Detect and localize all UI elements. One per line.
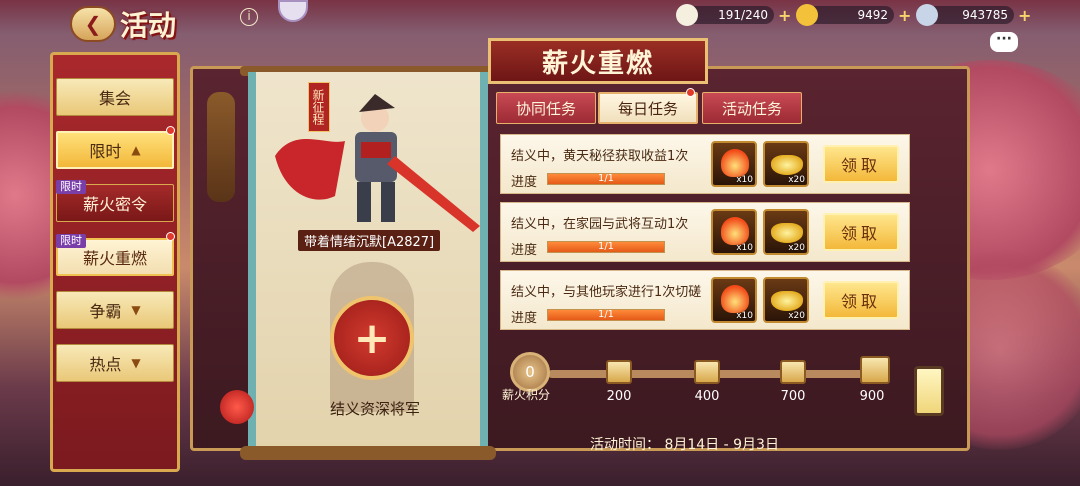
add-general-button[interactable]: + <box>330 296 414 380</box>
add-gold-button[interactable]: + <box>898 6 911 25</box>
fire-icon <box>721 217 749 245</box>
reward-item[interactable]: x10 <box>711 277 757 323</box>
task-row: 结义中，在家园与武将互动1次 进度 1/1 x10 x20 领取 <box>500 202 910 262</box>
coin-icon <box>916 4 938 26</box>
menu-item-contest[interactable]: 争霸 ▼ <box>56 291 174 329</box>
gold-ingot-icon <box>771 291 803 311</box>
resource-value: 9492 <box>806 6 894 24</box>
points-label: 薪火积分 <box>502 388 551 402</box>
big-chest-icon[interactable] <box>860 356 890 384</box>
tab-label: 活动任务 <box>721 99 782 118</box>
reward-quantity: x20 <box>788 243 805 253</box>
progress-text: 1/1 <box>597 309 615 320</box>
menu-item-gathering[interactable]: 集会 <box>56 78 174 116</box>
task-description: 结义中，与其他玩家进行1次切磋 <box>511 285 702 300</box>
bun-icon <box>676 4 698 26</box>
menu-item-label: 集会 <box>98 89 131 108</box>
progress-label: 进度 <box>511 243 538 258</box>
fire-icon <box>721 149 749 177</box>
resource-value: 191/240 <box>686 6 774 24</box>
chevron-down-icon: ▼ <box>131 303 141 317</box>
limited-tag: 限时 <box>56 180 86 194</box>
tab-label: 协同任务 <box>515 99 576 118</box>
banner-title: 薪火重燃 <box>541 48 654 79</box>
hero-name: 带着情绪沉默[A2827] <box>298 230 441 251</box>
resource-stamina: 191/240 + <box>676 4 791 26</box>
milestone-value: 200 <box>606 389 632 404</box>
reward-quantity: x10 <box>736 243 753 253</box>
progress-label: 进度 <box>511 175 538 190</box>
chevron-down-icon: ▼ <box>131 356 141 370</box>
progress-text: 1/1 <box>597 241 615 252</box>
tab-daily-tasks[interactable]: 每日任务 <box>598 92 698 124</box>
reward-item[interactable]: x20 <box>763 277 809 323</box>
add-stamina-button[interactable]: + <box>778 6 791 25</box>
milestone-value: 400 <box>694 389 720 404</box>
claim-button[interactable]: 领取 <box>823 145 899 183</box>
tab-event-tasks[interactable]: 活动任务 <box>702 92 802 124</box>
reward-quantity: x10 <box>736 175 753 185</box>
limited-tag: 限时 <box>56 234 86 248</box>
reward-quantity: x10 <box>736 311 753 321</box>
hero-character-icon <box>275 94 485 236</box>
claim-button[interactable]: 领取 <box>823 213 899 251</box>
info-icon[interactable]: i <box>240 8 258 26</box>
notification-dot <box>166 232 175 241</box>
chest-icon[interactable] <box>606 360 632 384</box>
back-button[interactable]: ❮ <box>70 6 116 42</box>
menu-item-label: 争霸 <box>89 302 122 321</box>
slot-label: 结义资深将军 <box>329 400 420 418</box>
page-title: 活动 <box>120 9 177 42</box>
task-row: 结义中，黄天秘径获取收益1次 进度 1/1 x10 x20 领取 <box>500 134 910 194</box>
resource-gold: 9492 + <box>796 4 911 26</box>
progress-label: 进度 <box>511 311 538 326</box>
points-value: 0 <box>525 363 535 381</box>
gold-ingot-icon <box>771 155 803 175</box>
menu-item-label: 限时 <box>89 142 122 161</box>
task-description: 结义中，在家园与武将互动1次 <box>511 217 689 232</box>
scroll-ornament-icon <box>207 92 235 202</box>
reward-item[interactable]: x10 <box>711 209 757 255</box>
milestone-value: 900 <box>859 389 885 404</box>
lantern-icon <box>914 366 944 416</box>
task-description: 结义中，黄天秘径获取收益1次 <box>511 149 689 164</box>
tab-cooperative-tasks[interactable]: 协同任务 <box>496 92 596 124</box>
add-coins-button[interactable]: + <box>1018 6 1031 25</box>
reward-item[interactable]: x20 <box>763 209 809 255</box>
milestone-value: 700 <box>780 389 806 404</box>
reward-item[interactable]: x10 <box>711 141 757 187</box>
menu-item-limited[interactable]: 限时 ▲ <box>56 131 174 169</box>
resource-coins: 943785 + <box>916 4 1031 26</box>
claim-button[interactable]: 领取 <box>823 281 899 319</box>
scroll-rod <box>240 446 496 460</box>
tab-label: 每日任务 <box>617 99 678 118</box>
back-arrow-icon: ❮ <box>84 12 102 36</box>
reward-quantity: x20 <box>788 311 805 321</box>
chat-icon[interactable]: ··· <box>990 32 1018 52</box>
reward-quantity: x20 <box>788 175 805 185</box>
chevron-up-icon: ▲ <box>131 143 141 157</box>
gold-ingot-icon <box>771 223 803 243</box>
progress-text: 1/1 <box>597 173 615 184</box>
gold-ingot-icon <box>796 4 818 26</box>
fire-icon <box>721 285 749 313</box>
resource-value: 943785 <box>926 6 1014 24</box>
plus-icon: + <box>353 312 391 364</box>
reward-item[interactable]: x20 <box>763 141 809 187</box>
chest-icon[interactable] <box>694 360 720 384</box>
menu-item-label: 热点 <box>89 355 122 374</box>
menu-item-label: 薪火重燃 <box>82 249 147 268</box>
event-banner: 薪火重燃 <box>488 38 708 84</box>
menu-item-label: 薪火密令 <box>82 195 147 214</box>
chest-icon[interactable] <box>780 360 806 384</box>
notification-dot <box>166 126 175 135</box>
event-time: 活动时间： 8月14日 - 9月3日 <box>590 437 779 453</box>
menu-item-hot[interactable]: 热点 ▼ <box>56 344 174 382</box>
notification-dot <box>686 88 695 97</box>
mascot-icon <box>220 390 254 424</box>
task-row: 结义中，与其他玩家进行1次切磋 进度 1/1 x10 x20 领取 <box>500 270 910 330</box>
